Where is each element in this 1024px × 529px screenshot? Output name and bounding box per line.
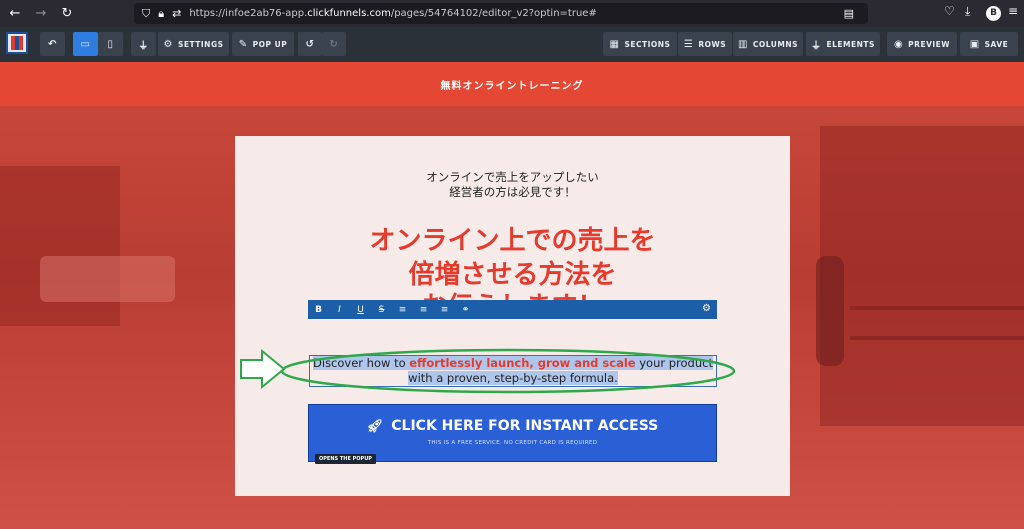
columns-label: COLUMNS — [752, 39, 799, 49]
url-path: /pages/54764102/editor_v2?optin=true# — [390, 8, 597, 19]
rows-label: ROWS — [698, 39, 727, 49]
permissions-icon[interactable]: ⇄ — [172, 7, 181, 20]
mobile-view-button[interactable]: ▯ — [98, 32, 123, 56]
desc-prefix: Discover how to — [313, 356, 410, 370]
sections-button[interactable]: ▦ SECTIONS — [603, 32, 677, 56]
editor-toolbar: ↶ ▭ ▯ ⏚ ⚙ SETTINGS ✎ POP UP ↺ ↻ ▦ SECTIONS … — [0, 27, 1024, 62]
sections-icon: ▦ — [609, 38, 620, 50]
redo-button[interactable]: ↻ — [322, 32, 346, 56]
mobile-icon: ▯ — [107, 38, 114, 50]
menu-icon[interactable]: ≡ — [1008, 4, 1018, 18]
rows-icon: ☰ — [683, 38, 694, 50]
address-bar[interactable]: ⛉ 🔒︎ ⇄ https://infoe2ab76-app.clickfunne… — [134, 3, 868, 24]
cta-label-text: CLICK HERE FOR INSTANT ACCESS — [391, 418, 659, 434]
reload-icon[interactable]: ↻ — [56, 3, 78, 25]
header-text: 無料オンライントレーニング — [440, 80, 584, 92]
undo-icon: ↺ — [305, 38, 315, 50]
desktop-view-button[interactable]: ▭ — [73, 32, 98, 56]
download-icon[interactable]: ⤓ — [965, 4, 970, 19]
subheadline[interactable]: オンラインで売上をアップしたい 経営者の方は必見です！ — [235, 170, 790, 200]
sections-label: SECTIONS — [624, 39, 671, 49]
desktop-icon: ▭ — [80, 38, 91, 50]
bold-icon[interactable]: B — [308, 305, 329, 315]
plug-icon: ⏚ — [138, 40, 149, 52]
gear-icon[interactable]: ⚙ — [702, 303, 711, 314]
description-text[interactable]: Discover how to effortlessly launch, gro… — [309, 356, 717, 386]
shield-icon[interactable]: ⛉ — [142, 7, 150, 21]
reader-view-icon[interactable]: ▤ — [844, 7, 854, 20]
rows-button[interactable]: ☰ ROWS — [678, 32, 732, 56]
url-domain: clickfunnels.com — [307, 8, 391, 19]
plug-elements-icon: ⏚ — [811, 40, 822, 52]
popup-label: POP UP — [252, 39, 288, 49]
align-center-icon[interactable]: ≡ — [413, 305, 434, 315]
headline-line-2: 倍増させる方法を — [408, 260, 617, 290]
left-building — [0, 166, 120, 326]
eye-icon: ◉ — [893, 38, 904, 50]
browser-bar: ← → ↻ ⛉ 🔒︎ ⇄ https://infoe2ab76-app.clic… — [0, 0, 1024, 27]
pedestrian — [816, 256, 844, 366]
pocket-icon[interactable]: ♡ — [944, 4, 955, 18]
elements-label: ELEMENTS — [826, 39, 875, 49]
undo-button[interactable]: ↺ — [298, 32, 322, 56]
url-prefix: https://infoe2ab76-app. — [189, 8, 308, 19]
left-truck — [40, 256, 175, 302]
columns-icon: ▥ — [737, 38, 748, 50]
headline-line-1: オンライン上での売上を — [369, 226, 656, 256]
page-canvas: 無料オンライントレーニング オンラインで売上をアップしたい 経営者の方は必見です… — [0, 62, 1024, 529]
railing — [850, 306, 1024, 310]
selected-text: Discover how to effortlessly launch, gro… — [313, 356, 713, 385]
headline[interactable]: オンライン上での売上を 倍増させる方法を お伝えします！ — [235, 224, 790, 312]
text-format-toolbar: B I U S ≡ ≡ ≡ ⚭ ⚙ — [308, 300, 717, 319]
elements-button[interactable]: ⏚ ELEMENTS — [806, 32, 880, 56]
link-icon[interactable]: ⚭ — [455, 305, 476, 315]
url-text[interactable]: https://infoe2ab76-app.clickfunnels.com/… — [189, 8, 597, 19]
optin-card: オンラインで売上をアップしたい 経営者の方は必見です！ オンライン上での売上を … — [235, 136, 790, 496]
header-section[interactable]: 無料オンライントレーニング — [0, 62, 1024, 106]
desc-highlight: effortlessly launch, grow and scale — [409, 356, 636, 370]
strikethrough-icon[interactable]: S — [371, 305, 392, 315]
undo-history-button[interactable]: ↶ — [40, 32, 65, 56]
settings-label: SETTINGS — [177, 39, 224, 49]
rocket-icon: 🚀︎ — [366, 419, 384, 434]
plug-button[interactable]: ⏚ — [131, 32, 156, 56]
preview-button[interactable]: ◉ PREVIEW — [887, 32, 957, 56]
cta-subtext: THIS IS A FREE SERVICE. NO CREDIT CARD I… — [427, 440, 598, 446]
preview-label: PREVIEW — [908, 39, 951, 49]
clickfunnels-logo[interactable] — [6, 32, 28, 54]
save-disk-icon: ▣ — [969, 38, 980, 50]
save-label: SAVE — [984, 39, 1009, 49]
edit-icon: ✎ — [238, 38, 248, 50]
popup-button[interactable]: ✎ POP UP — [232, 32, 294, 56]
align-left-icon[interactable]: ≡ — [392, 305, 413, 315]
forward-arrow-icon[interactable]: → — [30, 3, 52, 25]
opens-popup-tag: OPENS THE POPUP — [315, 454, 376, 464]
railing-2 — [850, 336, 1024, 340]
account-avatar[interactable]: B — [986, 6, 1001, 21]
save-button[interactable]: ▣ SAVE — [960, 32, 1018, 56]
settings-button[interactable]: ⚙ SETTINGS — [158, 32, 229, 56]
italic-icon[interactable]: I — [329, 305, 350, 315]
undo-arrow-icon: ↶ — [48, 38, 57, 50]
right-building — [820, 126, 1024, 426]
columns-button[interactable]: ▥ COLUMNS — [733, 32, 803, 56]
subheadline-line-1: オンラインで売上をアップしたい — [426, 170, 599, 184]
lock-icon[interactable]: 🔒︎ — [158, 7, 164, 21]
desc-line-2: with a proven, step-by-step formula. — [408, 371, 618, 385]
desc-suffix: your product — [635, 356, 713, 370]
redo-icon: ↻ — [329, 38, 339, 50]
align-right-icon[interactable]: ≡ — [434, 305, 455, 315]
cta-label: 🚀︎ CLICK HERE FOR INSTANT ACCESS — [309, 418, 716, 434]
gears-icon: ⚙ — [163, 38, 173, 50]
underline-icon[interactable]: U — [350, 305, 371, 315]
subheadline-line-2: 経営者の方は必見です！ — [449, 185, 576, 199]
back-arrow-icon[interactable]: ← — [4, 3, 26, 25]
